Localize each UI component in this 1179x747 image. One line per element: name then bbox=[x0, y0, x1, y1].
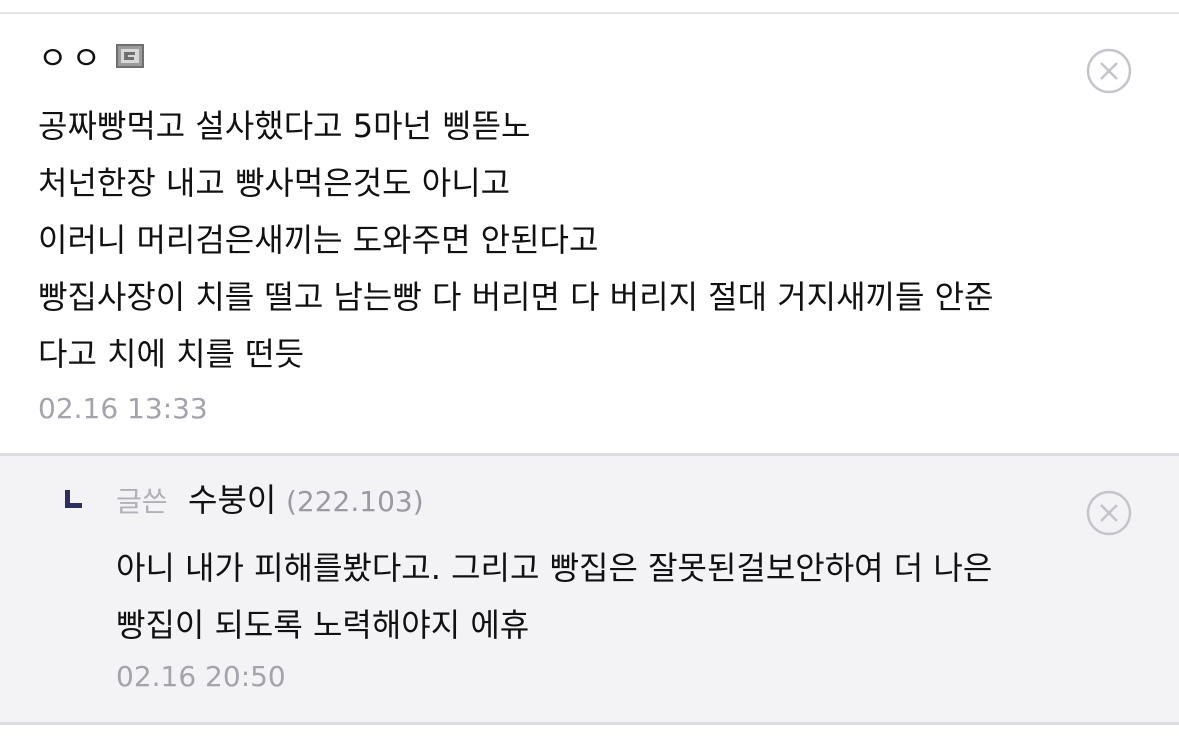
reply-author-tag: 글쓴 bbox=[116, 485, 168, 518]
comment-line: 빵집사장이 치를 떨고 남는빵 다 버리면 다 버리지 절대 거지새끼들 안준 bbox=[38, 278, 994, 316]
comment-line: 처넌한장 내고 빵사먹은것도 아니고 bbox=[38, 164, 511, 202]
reply-author-name[interactable]: 수붕이 bbox=[188, 480, 276, 520]
comment-nickname[interactable]: ㅇㅇ bbox=[38, 38, 105, 78]
comment-line: 공짜빵먹고 설사했다고 5마넌 삥뜯노 bbox=[38, 107, 531, 145]
reply-body: 아니 내가 피해를봤다고. 그리고 빵집은 잘못된걸보안하여 더 나은 빵집이 … bbox=[116, 540, 1146, 654]
comment-date: 02.16 13:33 bbox=[38, 392, 208, 425]
reply-date: 02.16 20:50 bbox=[116, 660, 286, 693]
comment-line: 이러니 머리검은새끼는 도와주면 안된다고 bbox=[38, 221, 599, 259]
comment-body: 공짜빵먹고 설사했다고 5마넌 삥뜯노 처넌한장 내고 빵사먹은것도 아니고 이… bbox=[38, 98, 1138, 383]
reply-line: 아니 내가 피해를봤다고. 그리고 빵집은 잘못된걸보안하여 더 나은 bbox=[116, 549, 993, 587]
top-divider bbox=[0, 0, 1179, 14]
fixed-nick-icon bbox=[116, 44, 144, 68]
reply-line: 빵집이 되도록 노력해야지 에휴 bbox=[116, 606, 530, 644]
bottom-divider bbox=[0, 722, 1179, 747]
comment-line: 다고 치에 치를 떤듯 bbox=[38, 335, 305, 373]
delete-reply-close-icon[interactable] bbox=[1086, 490, 1132, 536]
delete-comment-close-icon[interactable] bbox=[1086, 48, 1132, 94]
reply-arrow-icon bbox=[65, 490, 82, 508]
reply-author-ip: (222.103) bbox=[286, 485, 424, 518]
